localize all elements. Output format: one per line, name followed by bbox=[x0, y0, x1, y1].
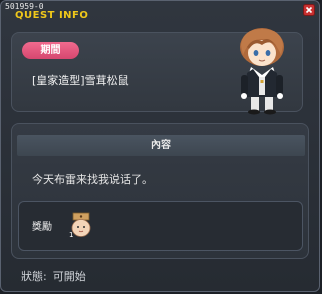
content-header: 內容 bbox=[17, 135, 305, 156]
status-line: 狀態: 可開始 bbox=[21, 268, 86, 284]
window-title: QUEST INFO bbox=[15, 10, 89, 21]
status-label: 狀態: bbox=[21, 270, 47, 283]
character-portrait bbox=[240, 28, 284, 115]
quest-description: 今天布雷来找我说话了。 bbox=[32, 173, 153, 186]
quest-info-window: 501959-0 QUEST INFO 期間 [皇家造型]雪茸松鼠 內容 今天布… bbox=[0, 0, 320, 292]
close-icon[interactable] bbox=[303, 4, 315, 16]
reward-item-icon[interactable]: 1 bbox=[69, 212, 93, 238]
period-badge: 期間 bbox=[22, 42, 79, 59]
content-panel: 內容 今天布雷来找我说话了。 獎勵 1 bbox=[11, 123, 309, 259]
reward-panel: 獎勵 1 bbox=[18, 201, 303, 251]
quest-name: [皇家造型]雪茸松鼠 bbox=[32, 74, 129, 87]
reward-item-count: 1 bbox=[69, 231, 73, 238]
reward-label: 獎勵 bbox=[32, 222, 52, 233]
status-value: 可開始 bbox=[52, 270, 86, 283]
